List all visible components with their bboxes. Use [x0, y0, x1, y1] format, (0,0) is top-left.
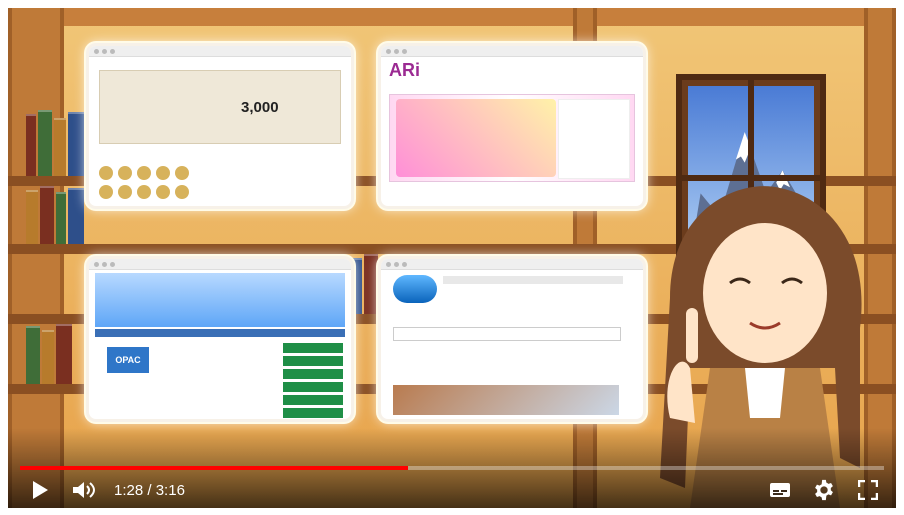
- video-player[interactable]: 3,000 ARi OPAC 1:28 / 3:16: [8, 8, 896, 508]
- thumbnail-icons: [99, 166, 189, 199]
- thumbnail-price: 3,000: [241, 99, 279, 116]
- thumbnail-website-4: [378, 256, 646, 422]
- thumbnail-website-2: ARi: [378, 43, 646, 209]
- time-total: 3:16: [155, 481, 185, 499]
- thumbnail-website-3: OPAC: [86, 256, 354, 422]
- thumbnail-opac-badge: OPAC: [107, 347, 149, 373]
- right-controls: [768, 472, 880, 508]
- books-left-low: [26, 324, 72, 384]
- ceiling-trim: [8, 8, 896, 26]
- settings-icon: [815, 479, 833, 501]
- play-icon: [33, 481, 48, 499]
- fullscreen-icon: [858, 480, 878, 500]
- play-button[interactable]: [28, 472, 52, 508]
- time-separator: /: [143, 481, 156, 499]
- volume-icon: [73, 482, 95, 498]
- subtitles-icon: [770, 483, 790, 497]
- progress-played: [20, 466, 408, 470]
- progress-bar[interactable]: [20, 466, 884, 470]
- fullscreen-button[interactable]: [856, 472, 880, 508]
- time-display: 1:28 / 3:16: [114, 482, 185, 499]
- settings-button[interactable]: [812, 472, 836, 508]
- thumbnail-website-1: 3,000: [86, 43, 354, 209]
- time-current: 1:28: [114, 481, 144, 499]
- books-left-mid: [26, 186, 84, 244]
- player-controls: 1:28 / 3:16: [8, 472, 896, 508]
- volume-button[interactable]: [72, 472, 96, 508]
- thumbnail-logo: ARi: [389, 60, 420, 80]
- subtitles-button[interactable]: [768, 472, 792, 508]
